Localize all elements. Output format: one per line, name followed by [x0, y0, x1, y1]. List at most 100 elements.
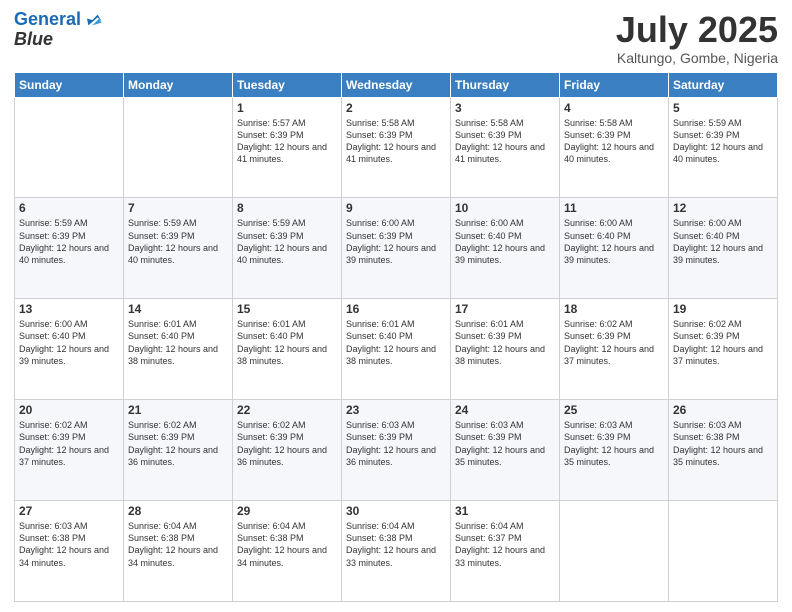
table-row: 1 Sunrise: 5:57 AM Sunset: 6:39 PM Daylig… [233, 97, 342, 198]
table-row: 31Sunrise: 6:04 AM Sunset: 6:37 PM Dayli… [451, 501, 560, 602]
table-row: 17 Sunrise: 6:01 AM Sunset: 6:39 PM Dayli… [451, 299, 560, 400]
header-sunday: Sunday [15, 72, 124, 97]
day-detail: Sunrise: 6:02 AM Sunset: 6:39 PM Dayligh… [564, 318, 664, 367]
day-detail: Sunrise: 6:04 AM Sunset: 6:38 PM Dayligh… [237, 520, 337, 569]
location-subtitle: Kaltungo, Gombe, Nigeria [616, 50, 778, 66]
day-number: 10 [455, 201, 555, 215]
day-number: 8 [237, 201, 337, 215]
table-row: 26Sunrise: 6:03 AM Sunset: 6:38 PM Dayli… [669, 400, 778, 501]
day-detail: Sunrise: 6:02 AM Sunset: 6:39 PM Dayligh… [237, 419, 337, 468]
day-number: 25 [564, 403, 664, 417]
table-row: 6 Sunrise: 5:59 AM Sunset: 6:39 PM Daylig… [15, 198, 124, 299]
day-number: 17 [455, 302, 555, 316]
day-detail: Sunrise: 6:01 AM Sunset: 6:40 PM Dayligh… [128, 318, 228, 367]
day-detail: Sunrise: 6:01 AM Sunset: 6:40 PM Dayligh… [346, 318, 446, 367]
day-number: 20 [19, 403, 119, 417]
day-number: 4 [564, 101, 664, 115]
table-row: 8Sunrise: 5:59 AM Sunset: 6:39 PM Daylig… [233, 198, 342, 299]
table-row: 14 Sunrise: 6:01 AM Sunset: 6:40 PM Dayli… [124, 299, 233, 400]
table-row: 9Sunrise: 6:00 AM Sunset: 6:39 PM Daylig… [342, 198, 451, 299]
day-detail: Sunrise: 6:03 AM Sunset: 6:39 PM Dayligh… [346, 419, 446, 468]
day-number: 18 [564, 302, 664, 316]
day-detail: Sunrise: 6:02 AM Sunset: 6:39 PM Dayligh… [19, 419, 119, 468]
header-wednesday: Wednesday [342, 72, 451, 97]
table-row: 21 Sunrise: 6:02 AM Sunset: 6:39 PM Dayli… [124, 400, 233, 501]
table-row: 22 Sunrise: 6:02 AM Sunset: 6:39 PM Dayli… [233, 400, 342, 501]
calendar-week-row: 6 Sunrise: 5:59 AM Sunset: 6:39 PM Daylig… [15, 198, 778, 299]
day-number: 24 [455, 403, 555, 417]
day-number: 15 [237, 302, 337, 316]
table-row: 13 Sunrise: 6:00 AM Sunset: 6:40 PM Dayli… [15, 299, 124, 400]
table-row: 2Sunrise: 5:58 AM Sunset: 6:39 PM Daylig… [342, 97, 451, 198]
day-number: 29 [237, 504, 337, 518]
day-detail: Sunrise: 6:04 AM Sunset: 6:37 PM Dayligh… [455, 520, 555, 569]
title-block: July 2025 Kaltungo, Gombe, Nigeria [616, 10, 778, 66]
day-number: 12 [673, 201, 773, 215]
header-friday: Friday [560, 72, 669, 97]
table-row: 20 Sunrise: 6:02 AM Sunset: 6:39 PM Dayli… [15, 400, 124, 501]
table-row: 4Sunrise: 5:58 AM Sunset: 6:39 PM Daylig… [560, 97, 669, 198]
weekday-header-row: Sunday Monday Tuesday Wednesday Thursday… [15, 72, 778, 97]
day-detail: Sunrise: 6:04 AM Sunset: 6:38 PM Dayligh… [128, 520, 228, 569]
day-number: 6 [19, 201, 119, 215]
table-row: 5 Sunrise: 5:59 AM Sunset: 6:39 PM Daylig… [669, 97, 778, 198]
header-monday: Monday [124, 72, 233, 97]
page: General Blue July 2025 Kaltungo, Gombe, … [0, 0, 792, 612]
day-number: 13 [19, 302, 119, 316]
table-row: 27Sunrise: 6:03 AM Sunset: 6:38 PM Dayli… [15, 501, 124, 602]
logo: General Blue [14, 10, 103, 50]
table-row: 25Sunrise: 6:03 AM Sunset: 6:39 PM Dayli… [560, 400, 669, 501]
day-detail: Sunrise: 5:58 AM Sunset: 6:39 PM Dayligh… [455, 117, 555, 166]
header-saturday: Saturday [669, 72, 778, 97]
day-detail: Sunrise: 6:00 AM Sunset: 6:40 PM Dayligh… [564, 217, 664, 266]
day-detail: Sunrise: 6:04 AM Sunset: 6:38 PM Dayligh… [346, 520, 446, 569]
day-number: 11 [564, 201, 664, 215]
day-detail: Sunrise: 6:01 AM Sunset: 6:39 PM Dayligh… [455, 318, 555, 367]
table-row: 3Sunrise: 5:58 AM Sunset: 6:39 PM Daylig… [451, 97, 560, 198]
day-detail: Sunrise: 5:57 AM Sunset: 6:39 PM Dayligh… [237, 117, 337, 166]
table-row: 23 Sunrise: 6:03 AM Sunset: 6:39 PM Dayli… [342, 400, 451, 501]
month-title: July 2025 [616, 10, 778, 50]
table-row: 24 Sunrise: 6:03 AM Sunset: 6:39 PM Dayli… [451, 400, 560, 501]
day-number: 21 [128, 403, 228, 417]
header-tuesday: Tuesday [233, 72, 342, 97]
table-row: 30 Sunrise: 6:04 AM Sunset: 6:38 PM Dayli… [342, 501, 451, 602]
day-detail: Sunrise: 6:02 AM Sunset: 6:39 PM Dayligh… [128, 419, 228, 468]
table-row [15, 97, 124, 198]
table-row: 7 Sunrise: 5:59 AM Sunset: 6:39 PM Daylig… [124, 198, 233, 299]
day-number: 23 [346, 403, 446, 417]
day-number: 30 [346, 504, 446, 518]
day-number: 9 [346, 201, 446, 215]
calendar-week-row: 1 Sunrise: 5:57 AM Sunset: 6:39 PM Daylig… [15, 97, 778, 198]
day-detail: Sunrise: 6:00 AM Sunset: 6:40 PM Dayligh… [455, 217, 555, 266]
table-row: 10 Sunrise: 6:00 AM Sunset: 6:40 PM Dayli… [451, 198, 560, 299]
header-thursday: Thursday [451, 72, 560, 97]
table-row [560, 501, 669, 602]
top-area: General Blue July 2025 Kaltungo, Gombe, … [14, 10, 778, 66]
day-detail: Sunrise: 6:01 AM Sunset: 6:40 PM Dayligh… [237, 318, 337, 367]
logo-text2: Blue [14, 30, 103, 50]
day-number: 1 [237, 101, 337, 115]
day-detail: Sunrise: 6:00 AM Sunset: 6:40 PM Dayligh… [673, 217, 773, 266]
day-number: 5 [673, 101, 773, 115]
day-number: 14 [128, 302, 228, 316]
day-number: 16 [346, 302, 446, 316]
table-row: 19Sunrise: 6:02 AM Sunset: 6:39 PM Dayli… [669, 299, 778, 400]
table-row [669, 501, 778, 602]
table-row: 15 Sunrise: 6:01 AM Sunset: 6:40 PM Dayli… [233, 299, 342, 400]
day-detail: Sunrise: 6:02 AM Sunset: 6:39 PM Dayligh… [673, 318, 773, 367]
day-detail: Sunrise: 5:59 AM Sunset: 6:39 PM Dayligh… [673, 117, 773, 166]
day-number: 28 [128, 504, 228, 518]
day-detail: Sunrise: 5:58 AM Sunset: 6:39 PM Dayligh… [346, 117, 446, 166]
day-number: 22 [237, 403, 337, 417]
table-row: 12 Sunrise: 6:00 AM Sunset: 6:40 PM Dayli… [669, 198, 778, 299]
table-row [124, 97, 233, 198]
day-detail: Sunrise: 6:03 AM Sunset: 6:38 PM Dayligh… [19, 520, 119, 569]
day-detail: Sunrise: 6:00 AM Sunset: 6:40 PM Dayligh… [19, 318, 119, 367]
day-detail: Sunrise: 6:03 AM Sunset: 6:39 PM Dayligh… [455, 419, 555, 468]
calendar-week-row: 20 Sunrise: 6:02 AM Sunset: 6:39 PM Dayli… [15, 400, 778, 501]
day-detail: Sunrise: 5:59 AM Sunset: 6:39 PM Dayligh… [128, 217, 228, 266]
day-detail: Sunrise: 5:59 AM Sunset: 6:39 PM Dayligh… [19, 217, 119, 266]
calendar-table: Sunday Monday Tuesday Wednesday Thursday… [14, 72, 778, 602]
day-number: 7 [128, 201, 228, 215]
